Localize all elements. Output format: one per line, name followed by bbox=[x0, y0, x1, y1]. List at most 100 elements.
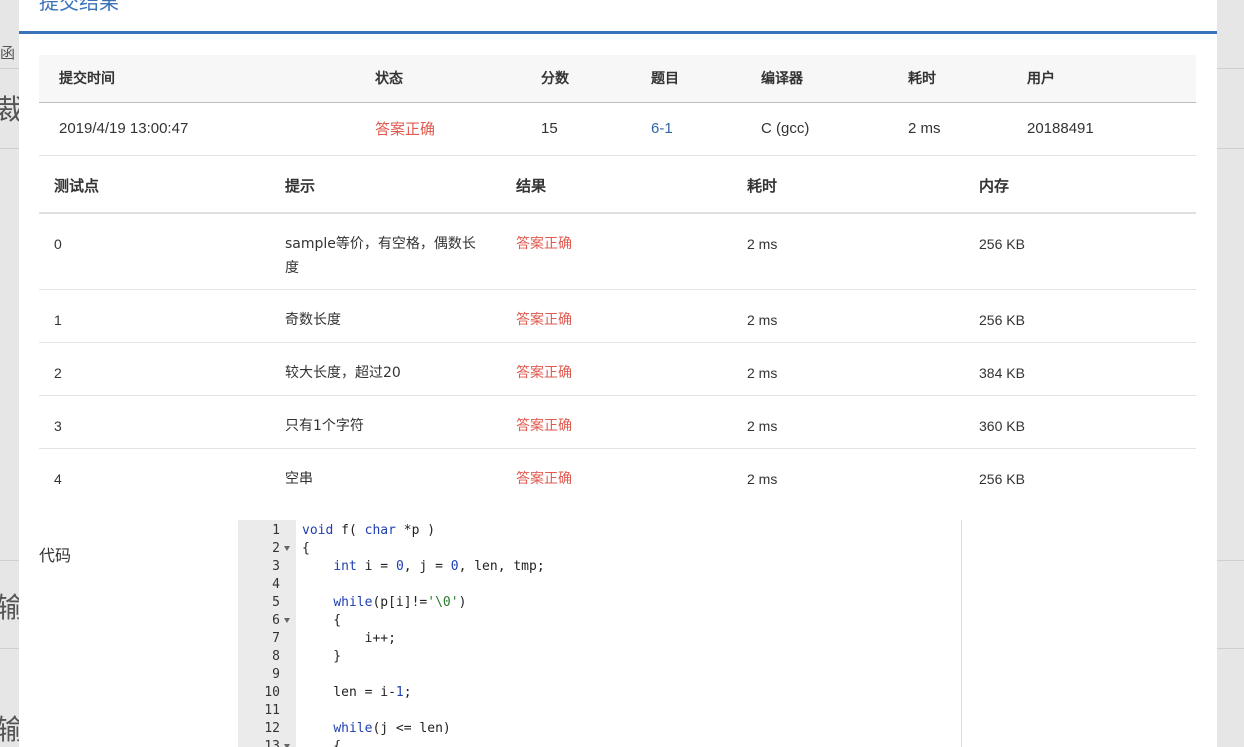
header-testcase: 测试点 bbox=[54, 177, 100, 195]
code-text: void f( char *p ) bbox=[302, 523, 436, 538]
testcase-id: 0 bbox=[54, 236, 62, 252]
line-number: 4 bbox=[272, 577, 280, 592]
background-divider bbox=[0, 560, 19, 561]
testcase-id: 2 bbox=[54, 365, 62, 381]
header-submit-time: 提交时间 bbox=[59, 71, 115, 87]
testcase-header-row: 测试点 提示 结果 耗时 内存 bbox=[39, 156, 1196, 214]
testcase-result: 答案正确 bbox=[516, 365, 572, 381]
background-divider bbox=[1217, 148, 1244, 149]
header-duration: 耗时 bbox=[908, 71, 936, 87]
code-line: 11 bbox=[238, 702, 961, 720]
code-label: 代码 bbox=[39, 546, 72, 565]
code-line: 3 int i = 0, j = 0, len, tmp; bbox=[238, 558, 961, 576]
testcase-row: 4 空串 答案正确 2 ms 256 KB bbox=[39, 449, 1196, 502]
status-badge: 答案正确 bbox=[375, 120, 436, 138]
header-score: 分数 bbox=[541, 71, 569, 87]
testcase-result: 答案正确 bbox=[516, 471, 572, 487]
testcase-row: 1 奇数长度 答案正确 2 ms 256 KB bbox=[39, 290, 1196, 343]
testcase-result: 答案正确 bbox=[516, 418, 572, 434]
background-glyph: 函 bbox=[0, 44, 16, 62]
fold-toggle-icon[interactable] bbox=[284, 546, 290, 551]
code-text: } bbox=[302, 649, 342, 664]
code-line: 2 { bbox=[238, 540, 961, 558]
testcase-id: 1 bbox=[54, 312, 62, 328]
background-divider bbox=[1217, 560, 1244, 561]
header-status: 状态 bbox=[375, 71, 403, 87]
code-line: 5 while(p[i]!='\0') bbox=[238, 594, 961, 612]
submission-result-modal: 提交结果 提交时间 状态 分数 题目 编译器 耗时 用户 2019/4/19 1… bbox=[19, 0, 1217, 747]
submission-summary-table: 提交时间 状态 分数 题目 编译器 耗时 用户 2019/4/19 13:00:… bbox=[39, 55, 1196, 156]
code-line: 12 while(j <= len) bbox=[238, 720, 961, 738]
code-line: 10 len = i-1; bbox=[238, 684, 961, 702]
fold-toggle-icon[interactable] bbox=[284, 618, 290, 623]
user-value: 20188491 bbox=[1027, 120, 1094, 137]
code-text: { bbox=[302, 541, 310, 556]
background-divider bbox=[1217, 648, 1244, 649]
header-time: 耗时 bbox=[747, 177, 778, 195]
header-memory: 内存 bbox=[979, 177, 1010, 195]
testcase-memory: 256 KB bbox=[979, 312, 1025, 328]
testcase-time: 2 ms bbox=[747, 365, 778, 381]
code-line: 4 bbox=[238, 576, 961, 594]
code-text: int i = 0, j = 0, len, tmp; bbox=[333, 559, 545, 574]
testcase-memory: 256 KB bbox=[979, 236, 1025, 252]
testcase-time: 2 ms bbox=[747, 236, 778, 252]
background-divider bbox=[0, 148, 19, 149]
code-text: while(j <= len) bbox=[333, 721, 451, 736]
header-user: 用户 bbox=[1027, 71, 1055, 87]
testcase-hint: 奇数长度 bbox=[285, 312, 341, 328]
background-divider bbox=[1217, 68, 1244, 69]
line-number: 3 bbox=[272, 559, 280, 574]
line-number: 7 bbox=[272, 631, 280, 646]
code-line: 6 { bbox=[238, 612, 961, 630]
summary-row: 2019/4/19 13:00:47 答案正确 15 6-1 C (gcc) 2… bbox=[39, 103, 1196, 156]
modal-title: 提交结果 bbox=[39, 0, 119, 14]
testcase-result: 答案正确 bbox=[516, 236, 572, 252]
testcase-memory: 256 KB bbox=[979, 471, 1025, 487]
testcase-time: 2 ms bbox=[747, 418, 778, 434]
line-number: 6 bbox=[272, 613, 280, 628]
modal-title-underline bbox=[19, 31, 1217, 34]
line-number: 12 bbox=[264, 721, 280, 736]
line-number: 5 bbox=[272, 595, 280, 610]
testcase-result: 答案正确 bbox=[516, 312, 572, 328]
testcase-time: 2 ms bbox=[747, 471, 778, 487]
code-text: while(p[i]!='\0') bbox=[333, 595, 467, 610]
header-result: 结果 bbox=[516, 177, 547, 195]
line-number: 1 bbox=[272, 523, 280, 538]
testcase-id: 3 bbox=[54, 418, 62, 434]
line-number: 13 bbox=[264, 739, 280, 747]
testcase-time: 2 ms bbox=[747, 312, 778, 328]
code-text: { bbox=[302, 739, 342, 747]
header-problem: 题目 bbox=[651, 71, 679, 87]
duration-value: 2 ms bbox=[908, 120, 941, 137]
background-divider bbox=[0, 68, 19, 69]
line-number: 9 bbox=[272, 667, 280, 682]
code-text: i++; bbox=[302, 631, 396, 646]
code-viewer[interactable]: 1 void f( char *p ) 2 { 3 int i = 0, j =… bbox=[238, 520, 962, 747]
testcase-hint: 空串 bbox=[285, 471, 313, 487]
code-line: 8 } bbox=[238, 648, 961, 666]
testcase-hint: sample等价，有空格，偶数长度 bbox=[285, 236, 476, 276]
testcase-hint: 较大长度，超过20 bbox=[285, 365, 401, 381]
code-text: len = i-1; bbox=[302, 685, 412, 700]
testcase-id: 4 bbox=[54, 471, 62, 487]
background-divider bbox=[0, 648, 19, 649]
testcase-row: 3 只有1个字符 答案正确 2 ms 360 KB bbox=[39, 396, 1196, 449]
code-line: 13 { bbox=[238, 738, 961, 747]
header-hint: 提示 bbox=[285, 177, 316, 195]
code-text: { bbox=[302, 613, 342, 628]
code-line: 7 i++; bbox=[238, 630, 961, 648]
testcase-memory: 360 KB bbox=[979, 418, 1025, 434]
header-compiler: 编译器 bbox=[761, 71, 803, 87]
problem-link[interactable]: 6-1 bbox=[651, 103, 673, 155]
testcase-row: 2 较大长度，超过20 答案正确 2 ms 384 KB bbox=[39, 343, 1196, 396]
code-line: 1 void f( char *p ) bbox=[238, 522, 961, 540]
line-number: 2 bbox=[272, 541, 280, 556]
testcase-row: 0 sample等价，有空格，偶数长度 答案正确 2 ms 256 KB bbox=[39, 214, 1196, 290]
line-number: 8 bbox=[272, 649, 280, 664]
submit-time: 2019/4/19 13:00:47 bbox=[59, 120, 189, 137]
compiler-value: C (gcc) bbox=[761, 120, 810, 137]
summary-header-row: 提交时间 状态 分数 题目 编译器 耗时 用户 bbox=[39, 55, 1196, 103]
testcase-hint: 只有1个字符 bbox=[285, 418, 364, 434]
